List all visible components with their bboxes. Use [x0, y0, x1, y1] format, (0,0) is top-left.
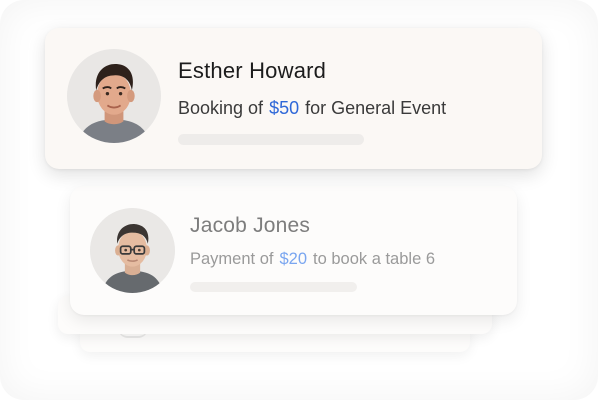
notification-description: Booking of $50 for General Event: [178, 98, 446, 119]
amount-value: $20: [279, 250, 307, 268]
notification-card-jacob-jones[interactable]: Jacob Jones Payment of $20 to book a table…: [70, 186, 517, 315]
avatar: [67, 49, 161, 143]
person-avatar-icon: [67, 49, 161, 143]
description-prefix: Booking of: [178, 98, 264, 118]
description-suffix: for General Event: [305, 98, 447, 118]
description-suffix: to book a table 6: [313, 250, 436, 268]
notification-card-esther-howard[interactable]: Esther Howard Booking of $50 for General E…: [45, 28, 542, 169]
person-name: Jacob Jones: [190, 214, 311, 237]
progress-bar: [190, 282, 357, 292]
person-avatar-icon: [90, 208, 175, 293]
amount-value: $50: [269, 98, 300, 118]
avatar: [90, 208, 175, 293]
notification-description: Payment of $20 to book a table 6: [190, 250, 435, 269]
person-name: Esther Howard: [178, 58, 327, 83]
description-prefix: Payment of: [190, 250, 274, 268]
progress-bar: [178, 134, 364, 145]
